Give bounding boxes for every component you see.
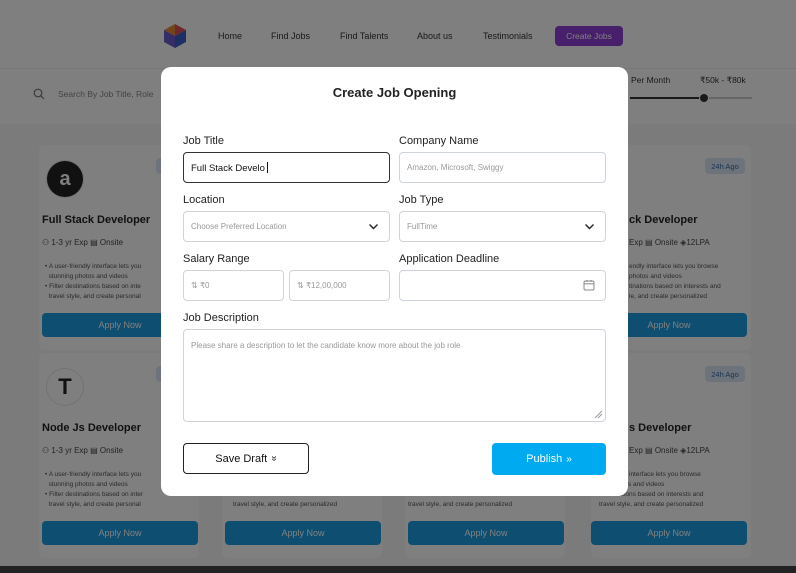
location-placeholder: Choose Preferred Location: [191, 222, 287, 231]
double-chevron-down-icon: »: [268, 455, 280, 462]
sort-icon: ⇅: [297, 281, 304, 290]
job-type-select[interactable]: FullTime: [399, 211, 606, 242]
salary-min-text: ₹0: [199, 281, 210, 290]
chevron-down-icon: [369, 224, 378, 230]
resize-handle-icon[interactable]: [594, 410, 603, 419]
job-title-value: Full Stack Develo: [191, 162, 268, 174]
job-type-value: FullTime: [407, 222, 438, 231]
text-caret: [266, 162, 268, 173]
bottom-strip: [0, 566, 796, 573]
save-draft-label: Save Draft: [215, 452, 268, 465]
modal-title: Create Job Opening: [332, 85, 457, 100]
calendar-icon[interactable]: [583, 279, 595, 291]
job-type-label: Job Type: [399, 194, 444, 206]
job-title-text: Full Stack Develo: [191, 163, 265, 174]
job-description-placeholder: Please share a description to let the ca…: [191, 341, 461, 350]
double-chevron-right-icon: »: [566, 453, 572, 465]
company-name-input[interactable]: Amazon, Microsoft, Swiggy: [399, 152, 606, 183]
company-name-placeholder: Amazon, Microsoft, Swiggy: [407, 163, 504, 172]
location-select[interactable]: Choose Preferred Location: [183, 211, 390, 242]
job-title-label: Job Title: [183, 135, 224, 147]
salary-min-input[interactable]: ⇅ ₹0: [183, 270, 284, 301]
company-name-label: Company Name: [399, 135, 479, 147]
publish-button[interactable]: Publish»: [492, 443, 606, 475]
salary-max-placeholder: ⇅ ₹12,00,000: [297, 281, 347, 290]
job-description-textarea[interactable]: Please share a description to let the ca…: [183, 329, 606, 422]
salary-range-label: Salary Range: [183, 253, 250, 265]
chevron-down-icon: [585, 224, 594, 230]
job-description-label: Job Description: [183, 312, 259, 324]
create-job-modal: Create Job Opening Job Title Full Stack …: [161, 67, 628, 496]
deadline-input[interactable]: [399, 270, 606, 301]
salary-max-text: ₹12,00,000: [305, 281, 347, 290]
save-draft-button[interactable]: Save Draft»: [183, 443, 309, 474]
job-title-input[interactable]: Full Stack Develo: [183, 152, 390, 183]
location-label: Location: [183, 194, 225, 206]
sort-icon: ⇅: [191, 281, 198, 290]
salary-max-input[interactable]: ⇅ ₹12,00,000: [289, 270, 390, 301]
publish-label: Publish: [526, 453, 563, 465]
salary-min-placeholder: ⇅ ₹0: [191, 281, 209, 290]
deadline-label: Application Deadline: [399, 253, 500, 265]
